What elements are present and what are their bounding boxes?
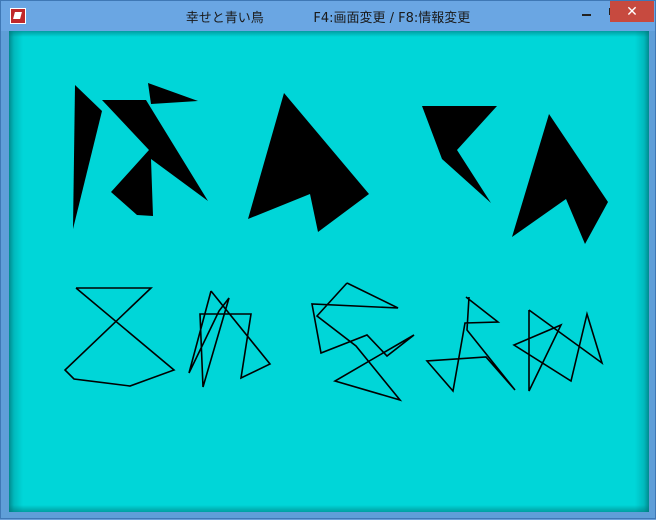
filled-shape-3-part-1 [422, 106, 497, 203]
outline-shape-2 [188, 290, 272, 388]
outline-shape-3 [311, 282, 415, 402]
filled-shape-2 [248, 93, 369, 232]
filled-shape-3 [422, 106, 497, 203]
outline-shape-4 [425, 296, 516, 393]
filled-shape-1-part-2 [102, 100, 208, 216]
outline-shape-5 [512, 309, 604, 392]
filled-shape-1-part-3 [148, 83, 198, 104]
outline-shape-1 [63, 287, 176, 387]
drawing-layer [63, 83, 608, 402]
filled-shape-2-part-1 [248, 93, 369, 232]
filled-shape-1 [73, 83, 208, 229]
app-window: 幸せと青い鳥 F4:画面変更 / F8:情報変更 ✕ [0, 0, 656, 519]
filled-shape-4-part-1 [512, 114, 608, 244]
filled-shape-4 [512, 114, 608, 244]
filled-shape-1-part-1 [73, 85, 102, 229]
